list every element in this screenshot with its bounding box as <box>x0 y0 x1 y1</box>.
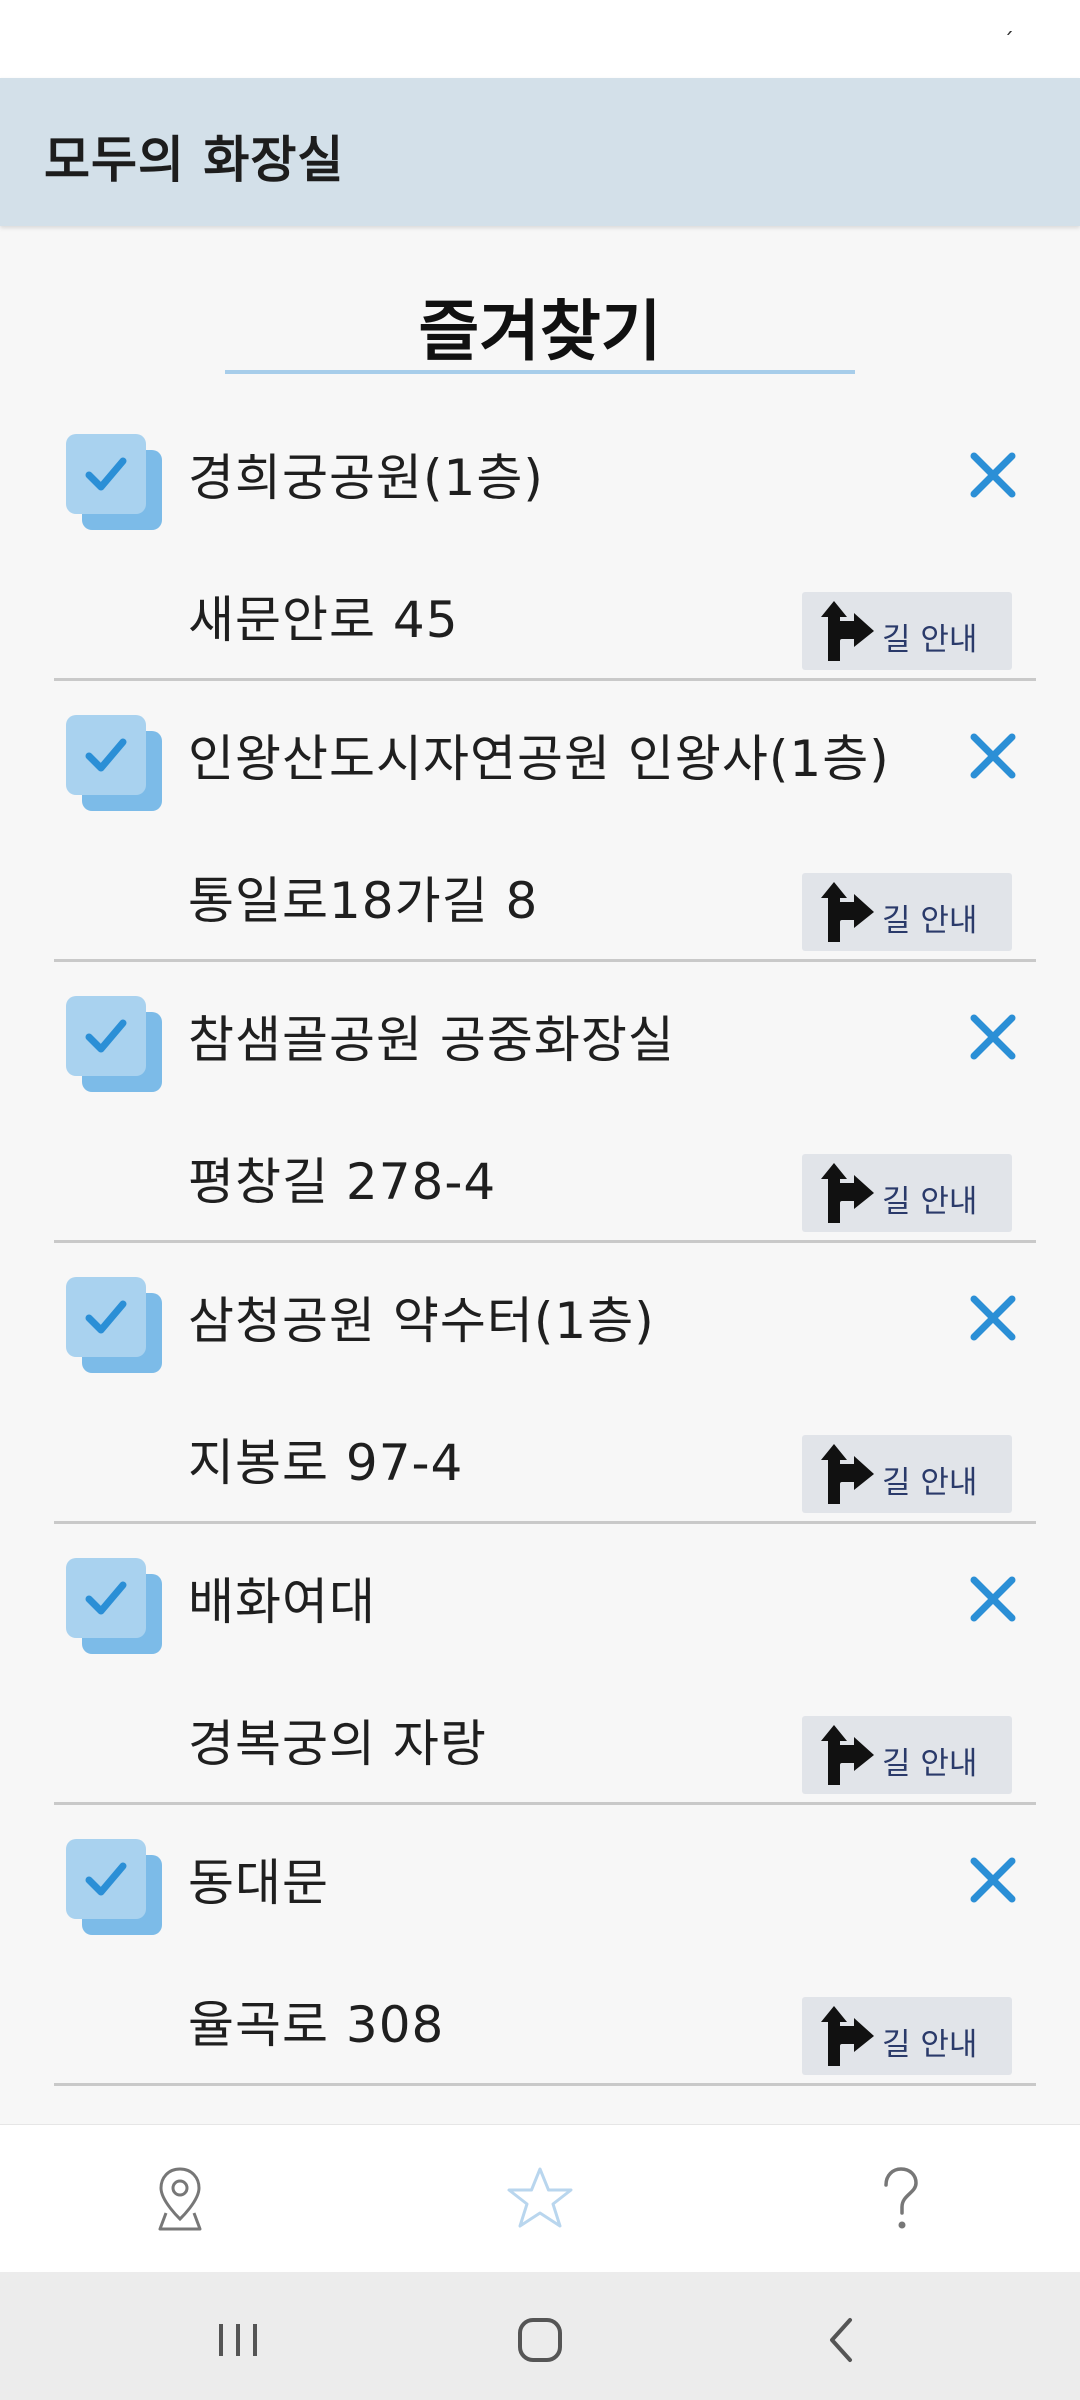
favorites-list: 경희궁공원(1층) 새문안로 45 길 안내 인왕산도시자연공원 인왕사(1층) <box>0 400 1080 2086</box>
help-tab[interactable] <box>860 2159 940 2239</box>
favorite-name: 인왕산도시자연공원 인왕사(1층) <box>188 730 890 788</box>
status-bar: ˊ <box>0 0 1080 78</box>
recent-apps-button[interactable] <box>208 2310 268 2370</box>
directions-button[interactable]: 길 안내 <box>802 1716 1012 1794</box>
directions-label: 길 안내 <box>882 622 978 658</box>
check-icon <box>85 457 127 491</box>
directions-label: 길 안내 <box>882 1465 978 1501</box>
favorite-address: 통일로18가길 8 <box>188 872 539 930</box>
close-icon <box>970 1576 1016 1622</box>
home-button[interactable] <box>510 2310 570 2370</box>
bottom-navigation <box>0 2124 1080 2273</box>
close-icon <box>970 1857 1016 1903</box>
star-icon <box>507 2167 573 2228</box>
app-bar: 모두의 화장실 <box>0 78 1080 226</box>
favorite-checkbox[interactable] <box>66 715 162 811</box>
status-indicator: ˊ <box>1003 30 1014 55</box>
help-icon <box>884 2167 918 2229</box>
map-pin-icon <box>158 2167 202 2231</box>
check-icon <box>85 1581 127 1615</box>
favorite-name: 참샘골공원 공중화장실 <box>188 1011 675 1069</box>
close-icon <box>970 1295 1016 1341</box>
directions-label: 길 안내 <box>882 903 978 939</box>
page-title: 즐겨찾기 <box>418 293 662 370</box>
turn-arrow-icon <box>821 1163 874 1223</box>
turn-arrow-icon <box>821 882 874 942</box>
favorite-name: 삼청공원 약수터(1층) <box>188 1292 655 1350</box>
favorite-name: 배화여대 <box>188 1573 376 1631</box>
directions-label: 길 안내 <box>882 1746 978 1782</box>
delete-button[interactable] <box>966 1853 1020 1907</box>
favorite-row: 경희궁공원(1층) 새문안로 45 길 안내 <box>0 400 1080 681</box>
directions-button[interactable]: 길 안내 <box>802 592 1012 670</box>
recent-apps-icon <box>219 2324 257 2356</box>
app-title: 모두의 화장실 <box>44 131 345 189</box>
directions-button[interactable]: 길 안내 <box>802 1997 1012 2075</box>
favorite-address: 율곡로 308 <box>188 1996 445 2054</box>
favorite-row: 동대문 율곡로 308 길 안내 <box>0 1805 1080 2086</box>
title-underline <box>225 370 855 374</box>
close-icon <box>970 733 1016 779</box>
map-tab[interactable] <box>140 2159 220 2239</box>
delete-button[interactable] <box>966 448 1020 502</box>
favorite-row: 배화여대 경복궁의 자랑 길 안내 <box>0 1524 1080 1805</box>
favorite-name: 동대문 <box>188 1854 329 1912</box>
favorite-checkbox[interactable] <box>66 1558 162 1654</box>
close-icon <box>970 452 1016 498</box>
turn-arrow-icon <box>821 1444 874 1504</box>
back-button[interactable] <box>812 2310 872 2370</box>
system-navigation-bar <box>0 2272 1080 2400</box>
check-icon <box>85 1862 127 1896</box>
check-icon <box>85 1019 127 1053</box>
favorite-row: 인왕산도시자연공원 인왕사(1층) 통일로18가길 8 길 안내 <box>0 681 1080 962</box>
favorite-address: 새문안로 45 <box>188 591 459 649</box>
favorites-tab[interactable] <box>500 2159 580 2239</box>
favorite-row: 참샘골공원 공중화장실 평창길 278-4 길 안내 <box>0 962 1080 1243</box>
directions-button[interactable]: 길 안내 <box>802 1435 1012 1513</box>
home-icon <box>518 2318 562 2362</box>
back-icon <box>830 2318 852 2362</box>
delete-button[interactable] <box>966 729 1020 783</box>
check-icon <box>85 1300 127 1334</box>
delete-button[interactable] <box>966 1572 1020 1626</box>
favorite-address: 지봉로 97-4 <box>188 1434 464 1492</box>
favorite-row: 삼청공원 약수터(1층) 지봉로 97-4 길 안내 <box>0 1243 1080 1524</box>
check-icon <box>85 738 127 772</box>
favorite-checkbox[interactable] <box>66 434 162 530</box>
directions-button[interactable]: 길 안내 <box>802 873 1012 951</box>
favorite-checkbox[interactable] <box>66 1277 162 1373</box>
favorite-name: 경희궁공원(1층) <box>188 449 544 507</box>
close-icon <box>970 1014 1016 1060</box>
favorite-address: 경복궁의 자랑 <box>188 1715 487 1773</box>
delete-button[interactable] <box>966 1010 1020 1064</box>
turn-arrow-icon <box>821 601 874 661</box>
delete-button[interactable] <box>966 1291 1020 1345</box>
directions-label: 길 안내 <box>882 2027 978 2063</box>
favorite-address: 평창길 278-4 <box>188 1153 497 1211</box>
turn-arrow-icon <box>821 1725 874 1785</box>
row-divider <box>54 2083 1036 2086</box>
favorite-checkbox[interactable] <box>66 1839 162 1935</box>
favorite-checkbox[interactable] <box>66 996 162 1092</box>
directions-label: 길 안내 <box>882 1184 978 1220</box>
directions-button[interactable]: 길 안내 <box>802 1154 1012 1232</box>
turn-arrow-icon <box>821 2006 874 2066</box>
